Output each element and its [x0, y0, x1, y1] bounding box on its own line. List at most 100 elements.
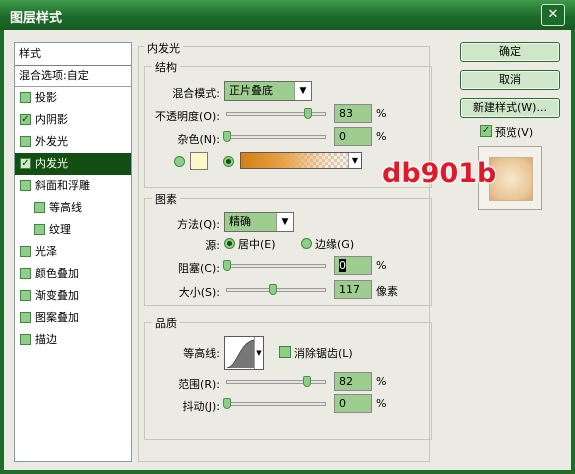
blend-mode-select[interactable]: 正片叠底 ▼ [224, 81, 312, 101]
style-item[interactable]: 颜色叠加 [15, 263, 131, 285]
style-item[interactable]: 投影 [15, 87, 131, 109]
size-input[interactable]: 117 [334, 280, 372, 299]
noise-unit: % [376, 130, 387, 143]
style-item-label: 等高线 [49, 201, 82, 214]
style-item[interactable]: 外发光 [15, 131, 131, 153]
method-value: 精确 [229, 215, 251, 228]
style-item-label: 斜面和浮雕 [35, 179, 90, 192]
style-item-checkbox[interactable] [20, 312, 31, 323]
style-item-label: 内阴影 [35, 113, 68, 126]
noise-label: 杂色(N): [177, 133, 220, 146]
jitter-slider[interactable] [223, 398, 326, 409]
source-center-label[interactable]: 居中(E) [238, 236, 276, 252]
range-unit: % [376, 375, 387, 388]
noise-slider-thumb[interactable] [223, 131, 231, 142]
choke-label: 阻塞(C): [178, 262, 220, 275]
chevron-down-icon: ▼ [294, 82, 311, 100]
style-item[interactable]: 渐变叠加 [15, 285, 131, 307]
noise-input[interactable]: 0 [334, 127, 372, 146]
style-item-checkbox[interactable] [20, 180, 31, 191]
range-slider[interactable] [226, 376, 326, 387]
source-edge-radio[interactable] [301, 238, 312, 249]
opacity-slider-thumb[interactable] [304, 108, 313, 119]
gradient-radio[interactable] [223, 156, 234, 167]
style-item[interactable]: 纹理 [15, 219, 131, 241]
style-items: 投影 ✓ 内阴影外发光 ✓ 内发光斜面和浮雕等高线纹理光泽颜色叠加渐变叠加图案叠加描边 [15, 87, 131, 351]
style-item[interactable]: 等高线 [15, 197, 131, 219]
style-item-label: 内发光 [35, 157, 68, 170]
choke-input[interactable]: 0 [334, 256, 372, 275]
size-slider-thumb[interactable] [269, 284, 278, 295]
glow-color-swatch[interactable] [190, 152, 208, 170]
close-button[interactable]: ✕ [541, 4, 565, 26]
new-style-button[interactable]: 新建样式(W)... [460, 98, 560, 118]
source-center-radio[interactable] [224, 238, 235, 249]
style-item-checkbox[interactable] [20, 334, 31, 345]
close-icon: ✕ [547, 7, 559, 22]
noise-slider[interactable] [223, 131, 326, 142]
source-edge-label[interactable]: 边缘(G) [315, 236, 354, 252]
style-item-label: 颜色叠加 [35, 267, 79, 280]
opacity-input[interactable]: 83 [334, 104, 372, 123]
style-item-checkbox[interactable]: ✓ [20, 114, 31, 125]
ok-button[interactable]: 确定 [460, 42, 560, 62]
antialias-label[interactable]: 消除锯齿(L) [294, 345, 353, 361]
style-item-checkbox[interactable] [34, 202, 45, 213]
style-item[interactable]: ✓ 内阴影 [15, 109, 131, 131]
style-item-label: 外发光 [35, 135, 68, 148]
choke-value: 0 [339, 259, 346, 272]
elements-title: 图素 [152, 191, 180, 207]
blend-options-item[interactable]: 混合选项:自定 [15, 66, 131, 87]
style-item-label: 纹理 [49, 223, 71, 236]
solid-color-radio[interactable] [174, 156, 185, 167]
style-item-checkbox[interactable] [20, 268, 31, 279]
opacity-label: 不透明度(O): [155, 110, 220, 123]
contour-label: 等高线: [183, 347, 220, 360]
range-label: 范围(R): [178, 378, 220, 391]
style-item-label: 图案叠加 [35, 311, 79, 324]
style-item-checkbox[interactable] [20, 136, 31, 147]
style-item[interactable]: 光泽 [15, 241, 131, 263]
styles-header[interactable]: 样式 [15, 43, 131, 66]
jitter-slider-thumb[interactable] [223, 398, 231, 409]
style-item-checkbox[interactable] [20, 246, 31, 257]
gradient-dropdown-icon[interactable]: ▼ [348, 153, 361, 168]
blend-mode-label: 混合模式: [172, 87, 220, 100]
opacity-slider[interactable] [226, 108, 326, 119]
dialog-title: 图层样式 [10, 11, 63, 26]
style-item[interactable]: 描边 [15, 329, 131, 351]
range-slider-thumb[interactable] [303, 376, 312, 387]
style-item-label: 投影 [35, 91, 57, 104]
style-item[interactable]: 图案叠加 [15, 307, 131, 329]
contour-picker[interactable]: ▼ [224, 336, 264, 370]
choke-slider-thumb[interactable] [223, 260, 231, 271]
choke-slider[interactable] [223, 260, 326, 271]
method-label: 方法(Q): [177, 218, 220, 231]
contour-curve-icon [227, 339, 256, 368]
jitter-label: 抖动(J): [182, 400, 220, 413]
style-item-checkbox[interactable]: ✓ [20, 158, 31, 169]
preview-checkbox[interactable]: ✓ [480, 125, 492, 137]
style-item-checkbox[interactable] [20, 290, 31, 301]
source-label: 源: [205, 239, 220, 252]
style-item-checkbox[interactable] [20, 92, 31, 103]
style-item[interactable]: ✓ 内发光 [15, 153, 131, 175]
blend-mode-value: 正片叠底 [229, 84, 273, 97]
preview-label[interactable]: 预览(V) [495, 124, 533, 140]
chevron-down-icon: ▼ [254, 337, 263, 369]
size-unit: 像素 [376, 285, 398, 298]
range-input[interactable]: 82 [334, 372, 372, 391]
style-item[interactable]: 斜面和浮雕 [15, 175, 131, 197]
gradient-picker[interactable]: ▼ [240, 152, 362, 169]
method-select[interactable]: 精确 ▼ [224, 212, 294, 232]
style-item-label: 渐变叠加 [35, 289, 79, 302]
jitter-input[interactable]: 0 [334, 394, 372, 413]
opacity-unit: % [376, 107, 387, 120]
style-item-checkbox[interactable] [34, 224, 45, 235]
title-bar[interactable]: 图层样式 ✕ [0, 0, 575, 30]
structure-title: 结构 [152, 59, 180, 75]
cancel-button[interactable]: 取消 [460, 70, 560, 90]
checkmark-icon: ✓ [481, 125, 491, 136]
size-slider[interactable] [226, 284, 326, 295]
antialias-checkbox[interactable] [279, 346, 291, 358]
